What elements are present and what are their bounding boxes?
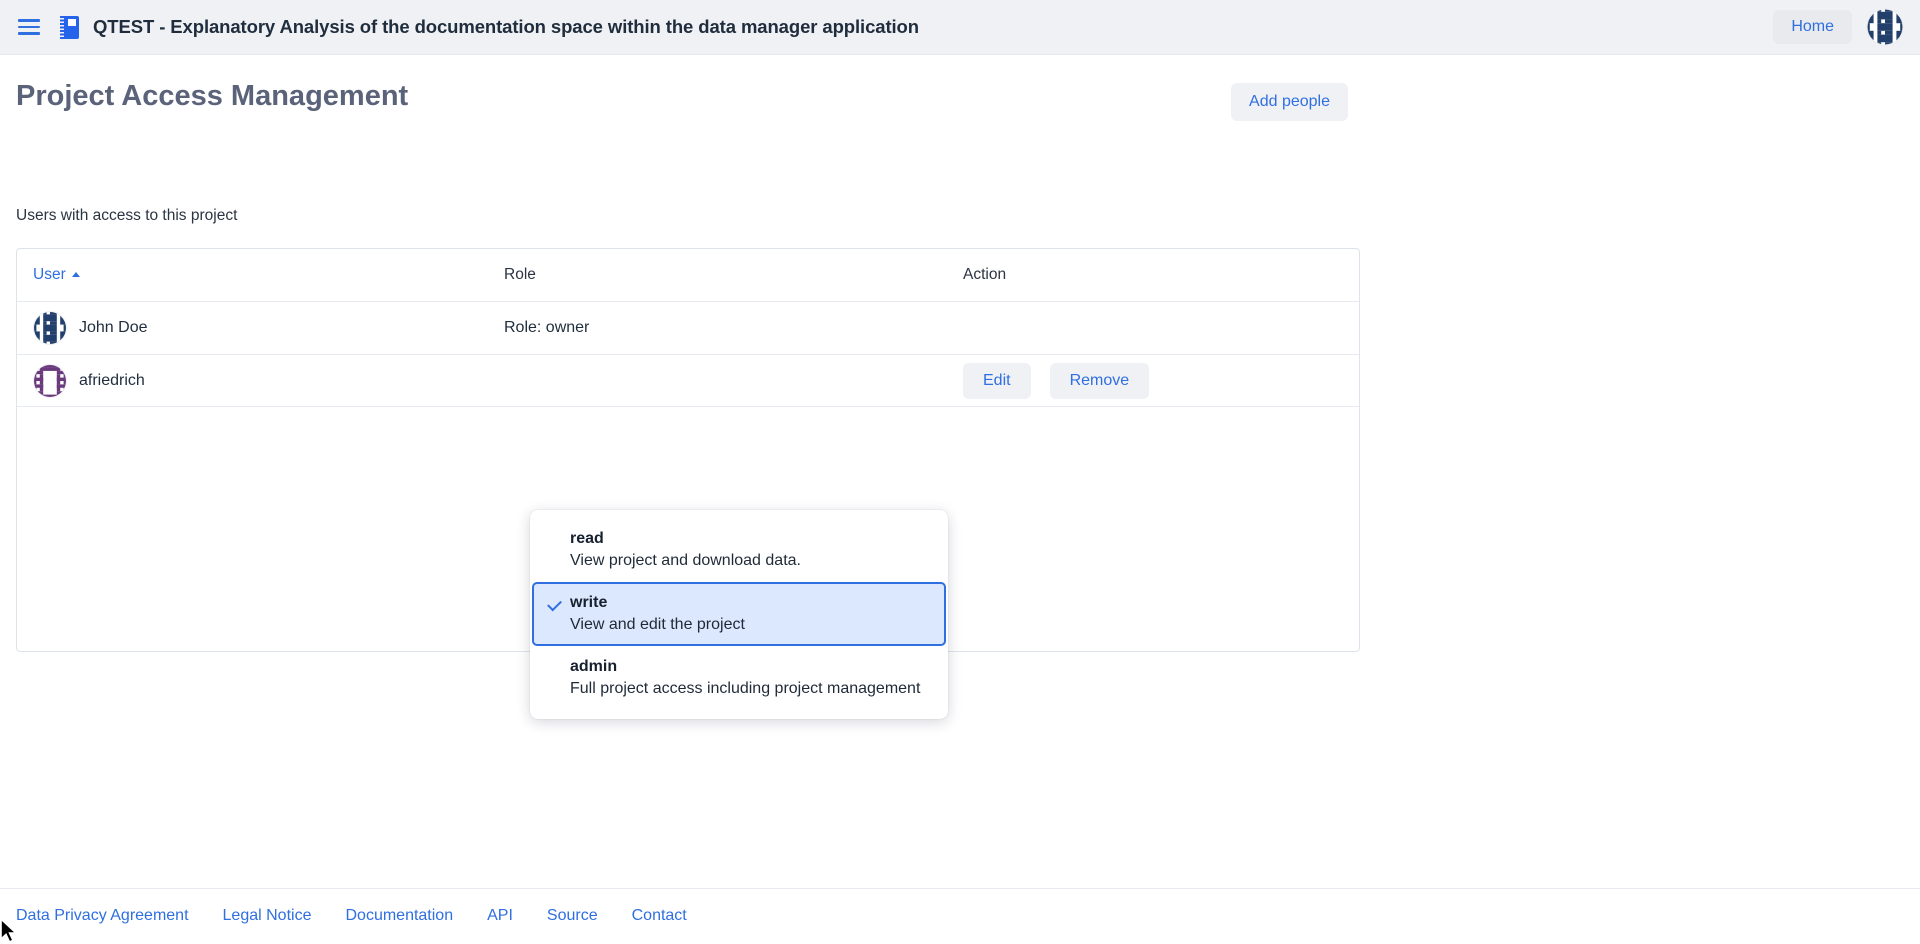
user-name: John Doe: [79, 319, 148, 337]
footer-link-api[interactable]: API: [487, 907, 513, 925]
action-cell: Edit Remove: [963, 363, 1343, 399]
role-option-read[interactable]: read View project and download data.: [532, 518, 946, 582]
role-option-description: View project and download data.: [570, 550, 930, 572]
page-title: Project Access Management: [16, 80, 408, 113]
edit-button[interactable]: Edit: [963, 363, 1031, 399]
navbar-right-group: Home: [1773, 8, 1904, 46]
role-option-write[interactable]: write View and edit the project: [532, 582, 946, 646]
user-name: afriedrich: [79, 372, 145, 390]
footer-link-legal-notice[interactable]: Legal Notice: [223, 907, 312, 925]
column-header-action: Action: [963, 266, 1343, 284]
table-row: afriedrich Edit Remove: [17, 355, 1359, 407]
role-option-label: write: [570, 592, 930, 614]
role-option-label: read: [570, 528, 930, 550]
add-people-button[interactable]: Add people: [1231, 83, 1348, 121]
notebook-icon: [60, 16, 79, 39]
top-navbar: QTEST - Explanatory Analysis of the docu…: [0, 0, 1920, 55]
home-button[interactable]: Home: [1773, 10, 1852, 44]
notebook-spine: [60, 16, 64, 39]
footer-link-contact[interactable]: Contact: [632, 907, 687, 925]
page-header: Project Access Management Add people: [16, 55, 1904, 135]
notebook-page: [68, 19, 76, 26]
role-option-label: admin: [570, 656, 930, 678]
user-cell: John Doe: [17, 311, 504, 345]
role-option-description: View and edit the project: [570, 614, 930, 636]
column-header-user[interactable]: User: [17, 266, 504, 284]
hamburger-bar: [18, 26, 40, 29]
footer-link-data-privacy-agreement[interactable]: Data Privacy Agreement: [16, 907, 189, 925]
users-table: User Role Action: [16, 248, 1360, 652]
role-value: Role: owner: [504, 319, 963, 337]
column-header-role: Role: [504, 266, 963, 284]
identicon-navy: [33, 311, 67, 345]
user-identicon-avatar[interactable]: [1866, 8, 1904, 46]
identicon-purple: [33, 364, 67, 398]
column-header-user-label: User: [33, 266, 66, 283]
main-content: Project Access Management Add people Use…: [0, 55, 1920, 888]
app-title: QTEST - Explanatory Analysis of the docu…: [93, 16, 919, 38]
remove-button[interactable]: Remove: [1050, 363, 1150, 399]
table-row: John Doe Role: owner: [17, 302, 1359, 355]
role-option-description: Full project access including project ma…: [570, 678, 930, 700]
role-option-admin[interactable]: admin Full project access including proj…: [532, 646, 946, 710]
hamburger-menu-icon[interactable]: [18, 15, 42, 39]
footer: Data Privacy Agreement Legal Notice Docu…: [0, 888, 1920, 942]
hamburger-bar: [18, 19, 40, 22]
role-dropdown-menu[interactable]: read View project and download data. wri…: [530, 510, 948, 719]
table-header-row: User Role Action: [17, 249, 1359, 302]
checkmark-icon: [547, 597, 562, 612]
page-subtitle: Users with access to this project: [16, 207, 237, 225]
user-cell: afriedrich: [17, 364, 504, 398]
hamburger-bar: [18, 32, 40, 35]
footer-link-source[interactable]: Source: [547, 907, 598, 925]
sort-ascending-caret-icon: [72, 272, 80, 277]
footer-link-documentation[interactable]: Documentation: [345, 907, 453, 925]
